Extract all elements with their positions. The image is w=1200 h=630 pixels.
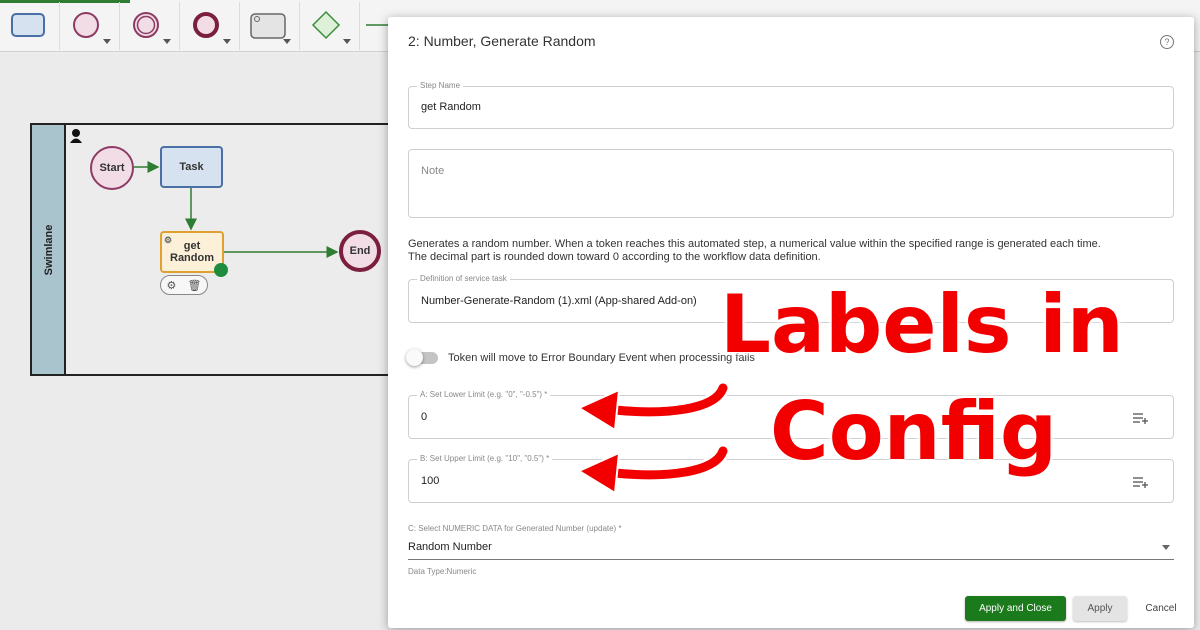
overlay-caption-line-2: Config <box>770 385 1058 478</box>
end-event[interactable]: End <box>339 230 381 272</box>
apply-button[interactable]: Apply <box>1073 596 1127 621</box>
note-field[interactable]: Note <box>408 149 1174 218</box>
start-event[interactable]: Start <box>90 146 134 190</box>
chevron-down-icon <box>343 39 351 44</box>
help-icon[interactable]: ? <box>1160 35 1174 49</box>
node-tools: ⚙ 🗑 <box>160 275 208 295</box>
start-event-label: Start <box>99 162 125 174</box>
annotation-arrow-icon <box>576 381 730 432</box>
step-name-field[interactable]: Step Name get Random <box>408 81 1174 129</box>
diagram-canvas[interactable]: Swimlane Start Task ⚙ get Random ⚙ 🗑 End <box>0 53 400 630</box>
data-type-helper: Data Type:Numeric <box>408 567 477 576</box>
playlist-add-icon[interactable] <box>1133 476 1149 488</box>
select-underline <box>408 559 1174 560</box>
chevron-down-icon <box>223 39 231 44</box>
numeric-data-label: C: Select NUMERIC DATA for Generated Num… <box>408 524 622 533</box>
gear-icon: ⚙ <box>164 235 173 245</box>
error-boundary-toggle[interactable] <box>406 349 438 366</box>
end-event-icon <box>193 12 219 38</box>
dialog-title: 2: Number, Generate Random <box>408 33 596 49</box>
tool-flow-button[interactable] <box>360 2 390 50</box>
definition-label: Definition of service task <box>417 274 510 283</box>
step-name-label: Step Name <box>417 81 464 90</box>
lower-limit-label: A: Set Lower Limit (e.g. "0", "-0.5") * <box>417 390 551 399</box>
chevron-down-icon <box>163 39 171 44</box>
task-node[interactable]: Task <box>160 146 223 188</box>
tool-intermediate-event-button[interactable] <box>120 2 180 50</box>
step-description: Generates a random number. When a token … <box>408 238 1178 264</box>
upper-limit-label: B: Set Upper Limit (e.g. "10", "0.5") * <box>417 454 553 463</box>
gateway-icon <box>311 10 341 40</box>
overlay-caption-line-1: Labels in <box>720 278 1124 371</box>
tool-task-button[interactable] <box>0 2 60 50</box>
settings-gear-icon[interactable]: ⚙ <box>167 279 177 292</box>
lower-limit-value: 0 <box>421 411 428 423</box>
error-boundary-toggle-label: Token will move to Error Boundary Event … <box>448 352 755 364</box>
step-name-value: get Random <box>421 101 481 113</box>
upper-limit-value: 100 <box>421 475 440 487</box>
chevron-down-icon <box>103 39 111 44</box>
service-task-label-line1: get <box>183 240 201 252</box>
service-task-icon <box>250 13 286 39</box>
definition-value: Number-Generate-Random (1).xml (App-shar… <box>421 295 697 307</box>
apply-and-close-button[interactable]: Apply and Close <box>965 596 1066 621</box>
playlist-add-icon[interactable] <box>1133 412 1149 424</box>
swimlane-pool[interactable]: Swimlane Start Task ⚙ get Random ⚙ 🗑 End <box>30 123 400 376</box>
note-placeholder: Note <box>421 165 445 177</box>
tool-gateway-button[interactable] <box>300 2 360 50</box>
chevron-down-icon[interactable] <box>1162 545 1170 550</box>
tool-service-task-button[interactable] <box>240 2 300 50</box>
tool-start-event-button[interactable] <box>60 2 120 50</box>
intermediate-event-icon <box>133 12 159 38</box>
start-event-icon <box>73 12 99 38</box>
service-task-node[interactable]: ⚙ get Random <box>160 231 228 277</box>
service-task-label-line2: Random <box>170 252 214 264</box>
cancel-button[interactable]: Cancel <box>1138 596 1184 621</box>
status-badge-icon <box>214 263 228 277</box>
chevron-down-icon <box>283 39 291 44</box>
tool-end-event-button[interactable] <box>180 2 240 50</box>
end-event-label: End <box>349 245 371 257</box>
annotation-arrow-icon <box>576 444 730 495</box>
description-line-1: Generates a random number. When a token … <box>408 238 1101 250</box>
numeric-data-select[interactable]: Random Number <box>408 541 492 553</box>
task-shape-icon <box>11 13 45 37</box>
task-label: Task <box>179 161 204 173</box>
trash-icon[interactable]: 🗑 <box>187 279 201 292</box>
description-line-2: The decimal part is rounded down toward … <box>408 251 821 263</box>
